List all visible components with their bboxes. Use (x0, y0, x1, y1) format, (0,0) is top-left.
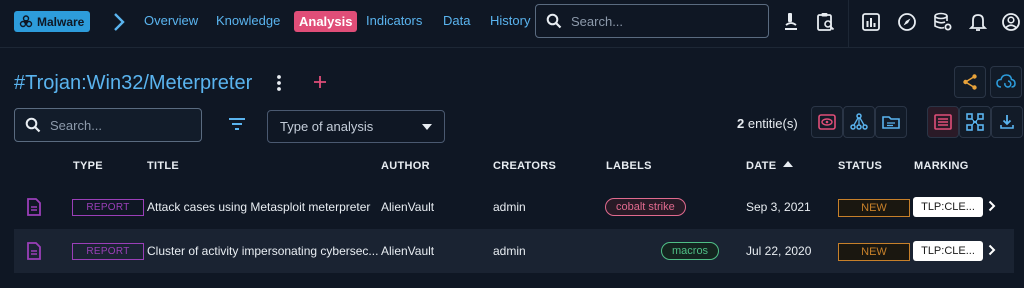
author: AlienVault (381, 244, 435, 258)
report-title[interactable]: Cluster of activity impersonating cybers… (147, 244, 378, 258)
caret-down-icon (422, 123, 432, 130)
table-row[interactable]: REPORT Attack cases using Metasploit met… (14, 185, 1014, 229)
tab-analysis[interactable]: Analysis (294, 11, 358, 32)
relationships-view-button[interactable] (959, 106, 991, 138)
folder-view-button[interactable] (875, 106, 907, 138)
cloud-refresh-icon (996, 73, 1016, 91)
date: Jul 22, 2020 (746, 244, 812, 258)
column-header-marking[interactable]: MARKING (914, 160, 969, 172)
top-bar: Malware Overview Knowledge Analysis Indi… (0, 0, 1024, 48)
tab-history[interactable]: History (490, 13, 530, 28)
chevron-right-icon[interactable] (988, 244, 996, 256)
bell-icon[interactable] (967, 11, 989, 33)
account-icon[interactable] (1000, 11, 1022, 33)
tab-knowledge[interactable]: Knowledge (216, 13, 280, 28)
date: Sep 3, 2021 (746, 200, 811, 214)
column-header-title[interactable]: TITLE (147, 160, 179, 172)
download-icon (999, 114, 1015, 130)
chevron-right-icon[interactable] (988, 200, 996, 212)
column-header-date[interactable]: DATE (746, 160, 776, 172)
column-header-author[interactable]: AUTHOR (381, 160, 430, 172)
search-placeholder: Search... (50, 117, 103, 133)
report-document-icon (26, 198, 42, 216)
add-icon[interactable] (312, 74, 328, 90)
tab-indicators[interactable]: Indicators (366, 13, 422, 28)
marking-badge: TLP:CLE... (913, 197, 983, 217)
search-placeholder: Search... (571, 13, 624, 29)
entity-count: 2 entitie(s) (737, 116, 798, 131)
list-search-input[interactable]: Search... (14, 108, 202, 142)
folder-icon (882, 114, 900, 130)
table-row[interactable]: REPORT Cluster of activity impersonating… (14, 229, 1014, 273)
page-title: #Trojan:Win32/Meterpreter (14, 72, 253, 94)
tab-data[interactable]: Data (443, 13, 470, 28)
creator: admin (493, 244, 526, 258)
view-preview-button[interactable] (811, 106, 843, 138)
list-icon (934, 114, 952, 130)
status-badge: NEW (838, 243, 910, 261)
sort-ascending-icon[interactable] (783, 160, 793, 168)
clipboard-search-icon[interactable] (815, 11, 837, 33)
biohazard-icon (19, 14, 33, 29)
creator: admin (493, 200, 526, 214)
dashboard-chart-icon[interactable] (860, 11, 882, 33)
report-title[interactable]: Attack cases using Metasploit meterprete… (147, 200, 370, 214)
entity-type-chip[interactable]: Malware (14, 11, 91, 32)
filter-icon[interactable] (228, 117, 246, 131)
author: AlienVault (381, 200, 435, 214)
eye-box-icon (818, 114, 836, 130)
chevron-right-icon (113, 12, 125, 32)
column-header-status[interactable]: STATUS (838, 160, 882, 172)
tab-overview[interactable]: Overview (144, 13, 198, 28)
report-document-icon (26, 242, 42, 260)
status-badge: NEW (838, 199, 910, 217)
share-icon (961, 73, 979, 91)
microscope-icon[interactable] (780, 11, 802, 33)
search-icon (25, 117, 41, 133)
column-header-labels[interactable]: LABELS (606, 160, 652, 172)
column-header-type[interactable]: TYPE (73, 160, 103, 172)
marking-badge: TLP:CLE... (913, 241, 983, 261)
global-search-input[interactable]: Search... (535, 4, 769, 38)
graph-view-button[interactable] (843, 106, 875, 138)
column-header-creators[interactable]: CREATORS (493, 160, 556, 172)
type-badge: REPORT (72, 199, 144, 216)
relations-graph-icon (966, 113, 984, 131)
entity-type-label: Malware (37, 14, 85, 29)
type-badge: REPORT (72, 243, 144, 260)
label-chip: macros (661, 242, 720, 260)
label-chip: cobalt strike (605, 198, 686, 216)
cloud-sync-button[interactable] (990, 66, 1022, 98)
database-settings-icon[interactable] (932, 11, 954, 33)
more-vertical-icon[interactable] (272, 74, 286, 92)
divider (848, 0, 849, 48)
graph-nodes-icon (850, 113, 868, 131)
analysis-type-select[interactable]: Type of analysis (267, 110, 445, 143)
compass-icon[interactable] (896, 11, 918, 33)
search-icon (546, 13, 562, 29)
share-button[interactable] (954, 66, 986, 98)
list-view-button[interactable] (927, 106, 959, 138)
export-button[interactable] (991, 106, 1023, 138)
select-placeholder: Type of analysis (280, 119, 374, 134)
